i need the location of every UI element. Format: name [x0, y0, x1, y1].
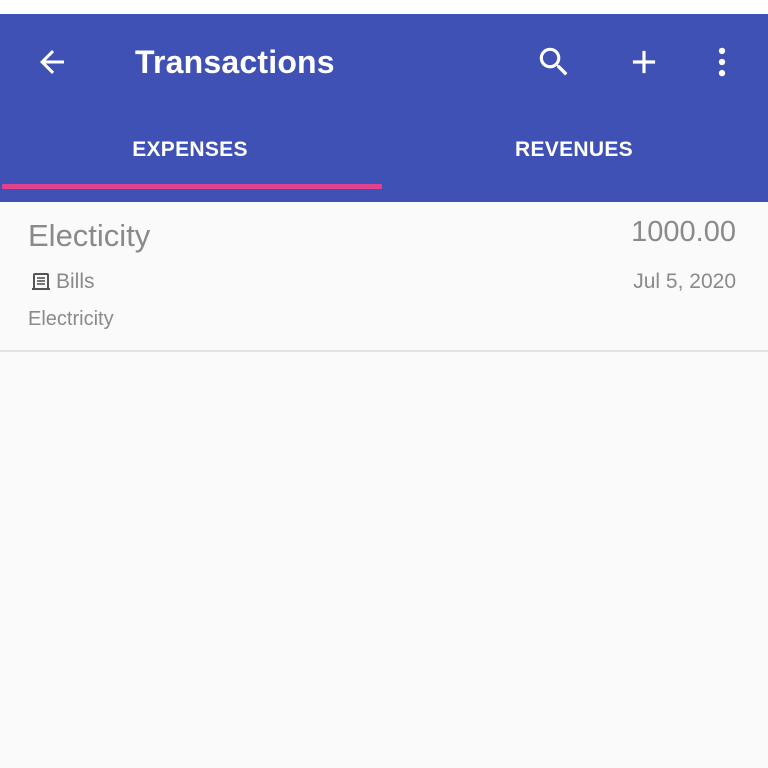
add-transaction-button[interactable] — [612, 14, 676, 110]
transaction-row[interactable]: Electicity 1000.00 Bills Jul 5, 2020 Ele… — [0, 202, 768, 352]
search-button[interactable] — [522, 14, 586, 110]
page-title: Transactions — [135, 44, 335, 80]
arrow-back-icon — [40, 50, 64, 74]
search-icon — [539, 47, 568, 76]
transaction-category-label: Bills — [56, 270, 95, 293]
receipt-icon — [30, 271, 52, 293]
app-bar: Transactions — [0, 14, 768, 110]
more-options-button[interactable] — [690, 14, 754, 110]
transactions-screen: Transactions EXPENSES REVENUES Electicit… — [0, 0, 768, 768]
transaction-date: Jul 5, 2020 — [633, 270, 736, 293]
transaction-name: Electicity — [28, 218, 151, 253]
transaction-note: Electricity — [28, 308, 114, 330]
back-button[interactable] — [20, 14, 84, 110]
transaction-amount: 1000.00 — [631, 216, 736, 248]
transaction-category: Bills — [30, 270, 95, 294]
more-vertical-icon — [718, 47, 726, 77]
status-bar — [0, 0, 768, 14]
tab-revenues[interactable]: REVENUES — [384, 110, 764, 190]
transaction-list: Electicity 1000.00 Bills Jul 5, 2020 Ele… — [0, 202, 768, 352]
tab-expenses[interactable]: EXPENSES — [0, 110, 380, 190]
plus-icon — [632, 50, 656, 74]
tab-bar: EXPENSES REVENUES — [0, 110, 768, 202]
selected-tab-indicator — [2, 184, 382, 189]
list-empty-space — [0, 352, 768, 768]
